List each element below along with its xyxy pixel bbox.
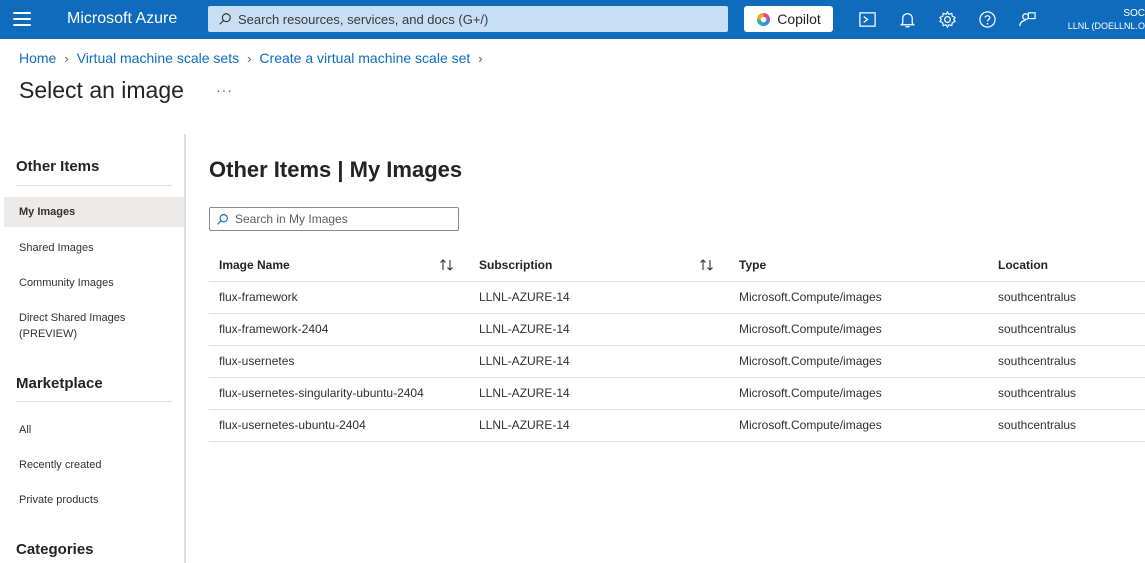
nav-item-shared-images[interactable]: Shared Images <box>4 240 184 256</box>
help-icon[interactable] <box>978 10 997 29</box>
column-header-image-name[interactable]: Image Name <box>209 249 469 282</box>
nav-heading-marketplace: Marketplace <box>16 375 103 392</box>
account-name: SOC <box>1123 8 1145 19</box>
images-table: Image Name Subscription Type Location fl… <box>209 249 1145 442</box>
cell-type: Microsoft.Compute/images <box>729 409 988 442</box>
cell-image-name: flux-framework <box>209 281 469 314</box>
nav-item-recently-created[interactable]: Recently created <box>4 457 184 473</box>
nav-item-community-images[interactable]: Community Images <box>4 275 184 291</box>
gear-icon[interactable] <box>938 10 957 29</box>
divider <box>16 185 172 186</box>
cell-subscription: LLNL-AZURE-14 <box>469 377 729 410</box>
breadcrumb-home[interactable]: Home <box>19 50 56 66</box>
column-label: Image Name <box>219 257 290 272</box>
cell-type: Microsoft.Compute/images <box>729 313 988 346</box>
table-row[interactable]: flux-usernetes-singularity-ubuntu-2404 L… <box>209 377 1145 410</box>
table-row[interactable]: flux-framework LLNL-AZURE-14 Microsoft.C… <box>209 281 1145 314</box>
cell-location: southcentralus <box>988 281 1145 314</box>
copilot-label: Copilot <box>777 11 821 27</box>
search-icon <box>219 13 231 25</box>
cell-image-name: flux-usernetes-singularity-ubuntu-2404 <box>209 377 469 410</box>
cell-subscription: LLNL-AZURE-14 <box>469 345 729 378</box>
menu-icon[interactable] <box>13 12 31 26</box>
global-search-input[interactable] <box>238 11 718 27</box>
column-header-type[interactable]: Type <box>729 249 988 282</box>
nav-heading-categories: Categories <box>16 541 94 558</box>
more-options-icon[interactable]: ··· <box>216 82 233 98</box>
cell-image-name: flux-usernetes-ubuntu-2404 <box>209 409 469 442</box>
bell-icon[interactable] <box>898 10 917 29</box>
table-row[interactable]: flux-usernetes LLNL-AZURE-14 Microsoft.C… <box>209 345 1145 378</box>
top-bar: Microsoft Azure Copilot <box>0 0 1145 39</box>
section-title: Other Items | My Images <box>209 157 463 182</box>
nav-item-all[interactable]: All <box>4 422 184 438</box>
copilot-button[interactable]: Copilot <box>744 6 833 32</box>
nav-heading-other-items: Other Items <box>16 158 100 175</box>
table-row[interactable]: flux-framework-2404 LLNL-AZURE-14 Micros… <box>209 313 1145 346</box>
cell-location: southcentralus <box>988 409 1145 442</box>
account-info[interactable]: SOC LLNL (DOELLNL.O <box>1065 7 1145 33</box>
divider <box>16 401 172 402</box>
account-directory: LLNL (DOELLNL.O <box>1067 21 1145 31</box>
table-row[interactable]: flux-usernetes-ubuntu-2404 LLNL-AZURE-14… <box>209 409 1145 442</box>
breadcrumb-vmss[interactable]: Virtual machine scale sets <box>77 50 239 66</box>
cell-type: Microsoft.Compute/images <box>729 281 988 314</box>
chevron-right-icon: › <box>247 50 252 66</box>
nav-item-direct-shared-images[interactable]: Direct Shared Images (PREVIEW) <box>4 310 154 342</box>
cell-subscription: LLNL-AZURE-14 <box>469 281 729 314</box>
feedback-icon[interactable] <box>1018 10 1037 29</box>
column-label: Location <box>998 257 1048 272</box>
breadcrumb-create-vmss[interactable]: Create a virtual machine scale set <box>259 50 470 66</box>
page-title: Select an image <box>19 77 184 103</box>
table-header-row: Image Name Subscription Type Location <box>209 249 1145 282</box>
cell-type: Microsoft.Compute/images <box>729 345 988 378</box>
cell-location: southcentralus <box>988 377 1145 410</box>
sort-icon[interactable] <box>699 258 715 272</box>
cell-location: southcentralus <box>988 345 1145 378</box>
cloud-shell-icon[interactable] <box>858 10 877 29</box>
column-header-location[interactable]: Location <box>988 249 1145 282</box>
images-search[interactable] <box>209 207 459 231</box>
images-search-input[interactable] <box>235 212 455 226</box>
column-label: Type <box>739 257 767 272</box>
cell-subscription: LLNL-AZURE-14 <box>469 313 729 346</box>
chevron-right-icon: › <box>64 50 69 66</box>
cell-image-name: flux-framework-2404 <box>209 313 469 346</box>
sort-icon[interactable] <box>439 258 455 272</box>
cell-location: southcentralus <box>988 313 1145 346</box>
nav-item-private-products[interactable]: Private products <box>4 492 184 508</box>
chevron-right-icon: › <box>478 50 483 66</box>
cell-subscription: LLNL-AZURE-14 <box>469 409 729 442</box>
search-icon <box>217 213 228 225</box>
cell-type: Microsoft.Compute/images <box>729 377 988 410</box>
left-nav: Other Items My Images Shared Images Comm… <box>0 134 186 563</box>
copilot-icon <box>757 12 771 26</box>
breadcrumb: Home › Virtual machine scale sets › Crea… <box>19 50 491 66</box>
global-search[interactable] <box>208 6 728 32</box>
cell-image-name: flux-usernetes <box>209 345 469 378</box>
column-header-subscription[interactable]: Subscription <box>469 249 729 282</box>
column-label: Subscription <box>479 257 553 272</box>
nav-item-my-images[interactable]: My Images <box>4 197 184 227</box>
brand-title[interactable]: Microsoft Azure <box>67 10 177 28</box>
